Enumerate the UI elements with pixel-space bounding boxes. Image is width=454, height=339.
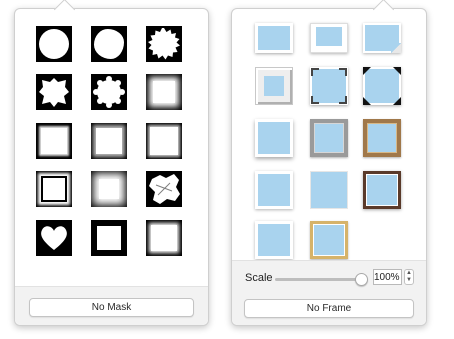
scale-slider-track[interactable]	[275, 278, 360, 281]
frame-footer: Scale 100% ▲ ▼ No Frame	[232, 260, 426, 325]
mask-option[interactable]	[146, 171, 182, 207]
scale-input[interactable]: 100%	[373, 269, 402, 285]
mask-option[interactable]	[36, 74, 72, 110]
frame-option[interactable]	[255, 221, 293, 259]
mask-option[interactable]	[146, 26, 182, 62]
frame-picker-popover: Scale 100% ▲ ▼ No Frame	[231, 0, 427, 326]
mask-option[interactable]	[91, 220, 127, 256]
mask-option[interactable]	[36, 220, 72, 256]
frame-option[interactable]	[310, 67, 348, 105]
frame-option[interactable]	[255, 171, 293, 209]
mask-option[interactable]	[146, 220, 182, 256]
frame-option[interactable]	[363, 23, 401, 53]
scale-label: Scale	[245, 272, 273, 284]
mask-option[interactable]	[91, 123, 127, 159]
no-mask-button[interactable]: No Mask	[29, 298, 194, 317]
mask-option[interactable]	[36, 26, 72, 62]
mask-option[interactable]	[36, 171, 72, 207]
mask-picker-popover: No Mask	[14, 0, 209, 326]
frame-option[interactable]	[310, 23, 348, 53]
stepper-down-icon[interactable]: ▼	[405, 277, 413, 284]
frame-option[interactable]	[255, 67, 293, 105]
scale-slider-thumb[interactable]	[354, 273, 368, 286]
frame-option[interactable]	[363, 119, 401, 157]
frame-option[interactable]	[363, 171, 401, 209]
no-frame-button[interactable]: No Frame	[244, 299, 414, 318]
frame-option[interactable]	[310, 221, 348, 259]
mask-option[interactable]	[91, 26, 127, 62]
frame-option[interactable]	[363, 67, 401, 105]
stepper-up-icon[interactable]: ▲	[405, 270, 413, 277]
mask-option[interactable]	[91, 74, 127, 110]
mask-option[interactable]	[146, 74, 182, 110]
scale-stepper[interactable]: ▲ ▼	[404, 269, 414, 285]
frame-option[interactable]	[310, 171, 348, 209]
popover-arrow	[372, 0, 395, 21]
popover-arrow	[53, 0, 76, 21]
mask-option[interactable]	[146, 123, 182, 159]
frame-option[interactable]	[255, 119, 293, 157]
mask-option[interactable]	[91, 171, 127, 207]
frame-option[interactable]	[310, 119, 348, 157]
mask-option[interactable]	[36, 123, 72, 159]
mask-footer: No Mask	[15, 286, 208, 325]
frame-option[interactable]	[255, 23, 293, 53]
